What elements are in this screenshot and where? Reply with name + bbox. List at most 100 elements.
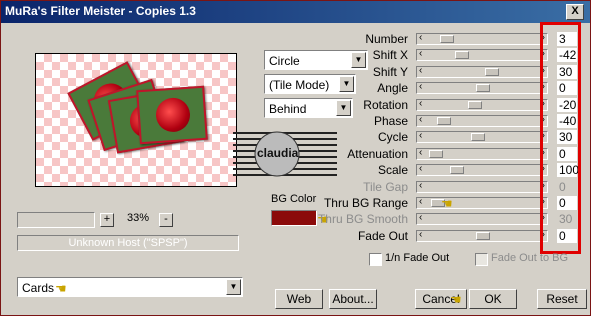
shape-value: Circle	[269, 54, 300, 68]
param-label: Cycle	[377, 130, 408, 144]
slider-thumb[interactable]	[468, 101, 483, 109]
title-bar: MuRa's Filter Meister - Copies 1.3 X	[1, 1, 590, 23]
param-value[interactable]: 0	[557, 196, 577, 210]
chevron-left-icon[interactable]: ‹	[419, 130, 422, 141]
param-slider[interactable]: ‹ ›	[416, 114, 548, 127]
param-value[interactable]: 0	[557, 81, 577, 95]
chevron-down-icon: ▼	[226, 279, 241, 295]
zoom-in-button[interactable]: +	[100, 213, 114, 227]
about-button[interactable]: About...	[329, 289, 377, 309]
param-value[interactable]: -42	[557, 48, 577, 62]
chevron-left-icon[interactable]: ‹	[419, 212, 422, 223]
chevron-right-icon[interactable]: ›	[542, 81, 545, 92]
logo-text: claudia	[257, 146, 299, 160]
reset-button[interactable]: Reset	[537, 289, 587, 309]
param-value[interactable]: 30	[557, 65, 577, 79]
param-value: 30	[557, 212, 577, 226]
param-label: Number	[365, 32, 408, 46]
slider-thumb[interactable]	[440, 35, 455, 43]
param-label: Scale	[377, 163, 408, 177]
slider-thumb[interactable]	[429, 150, 443, 158]
param-slider[interactable]: ‹ ›	[416, 163, 548, 176]
chevron-right-icon[interactable]: ›	[542, 130, 545, 141]
slider-thumb[interactable]	[476, 84, 490, 92]
param-value[interactable]: -20	[557, 98, 577, 112]
chevron-right-icon[interactable]: ›	[542, 147, 545, 158]
param-label: Rotation	[363, 98, 408, 112]
chevron-right-icon[interactable]: ›	[542, 32, 545, 43]
chevron-left-icon[interactable]: ‹	[419, 163, 422, 174]
chevron-left-icon[interactable]: ‹	[419, 98, 422, 109]
preset-dropdown[interactable]: Cards ▼	[17, 277, 243, 297]
chevron-left-icon[interactable]: ‹	[419, 81, 422, 92]
param-value[interactable]: 0	[557, 229, 577, 243]
chevron-right-icon[interactable]: ›	[542, 48, 545, 59]
chevron-left-icon[interactable]: ‹	[419, 229, 422, 240]
param-label: Thru BG Range	[323, 196, 408, 210]
close-button[interactable]: X	[566, 4, 584, 20]
chevron-left-icon[interactable]: ‹	[419, 180, 422, 191]
preview-canvas[interactable]	[35, 53, 237, 187]
chevron-right-icon[interactable]: ›	[542, 212, 545, 223]
param-slider[interactable]: ‹ ›	[416, 48, 548, 61]
param-label: Shift Y	[372, 65, 408, 79]
slider-thumb[interactable]	[476, 232, 490, 240]
param-value[interactable]: 3	[557, 32, 577, 46]
chevron-right-icon[interactable]: ›	[542, 65, 545, 76]
reverse-fade-checkbox[interactable]	[369, 253, 382, 266]
chevron-left-icon[interactable]: ‹	[419, 114, 422, 125]
slider-thumb[interactable]	[436, 117, 451, 125]
param-value[interactable]: 0	[557, 147, 577, 161]
slider-thumb[interactable]	[449, 166, 464, 174]
reverse-fade-label: 1/n Fade Out	[385, 252, 450, 264]
param-value[interactable]: -40	[557, 114, 577, 128]
param-slider[interactable]: ‹ ›	[416, 180, 548, 193]
preset-value: Cards	[22, 281, 55, 295]
chevron-left-icon[interactable]: ‹	[419, 65, 422, 76]
card-image	[136, 85, 208, 145]
zoom-value: 33%	[126, 212, 150, 224]
param-label: Angle	[377, 81, 408, 95]
hand-pointer-icon: ☚	[55, 281, 67, 296]
zoom-out-button[interactable]: -	[159, 213, 173, 227]
fade-to-bg-label: Fade Out to BG	[491, 252, 569, 264]
chevron-right-icon[interactable]: ›	[542, 229, 545, 240]
param-value[interactable]: 30	[557, 130, 577, 144]
chevron-left-icon[interactable]: ‹	[419, 32, 422, 43]
ok-button[interactable]: OK	[469, 289, 517, 309]
chevron-right-icon[interactable]: ›	[542, 196, 545, 207]
rose-image	[154, 96, 192, 134]
param-slider[interactable]: ‹ ›	[416, 98, 548, 111]
hand-pointer-icon: ☚	[450, 292, 462, 307]
param-label: Fade Out	[357, 229, 408, 243]
param-slider[interactable]: ‹ ›	[416, 147, 548, 160]
param-slider[interactable]: ‹ ›	[416, 196, 548, 209]
param-slider[interactable]: ‹ ›	[416, 32, 548, 45]
hand-pointer-icon: ☚	[441, 196, 453, 211]
chevron-left-icon[interactable]: ‹	[419, 196, 422, 207]
param-slider[interactable]: ‹ ›	[416, 81, 548, 94]
slider-thumb[interactable]	[485, 68, 500, 76]
param-value[interactable]: 100	[557, 163, 579, 177]
chevron-right-icon[interactable]: ›	[542, 163, 545, 174]
param-slider[interactable]: ‹ ›	[416, 229, 548, 242]
host-status: Unknown Host ("SPSP")	[17, 235, 239, 251]
param-label: Shift X	[372, 48, 408, 62]
param-slider[interactable]: ‹ ›	[416, 130, 548, 143]
chevron-right-icon[interactable]: ›	[542, 98, 545, 109]
slider-thumb[interactable]	[471, 133, 486, 141]
param-value: 0	[557, 180, 577, 194]
window-title: MuRa's Filter Meister - Copies 1.3	[5, 4, 196, 18]
param-slider[interactable]: ‹ ›	[416, 212, 548, 225]
web-button[interactable]: Web	[275, 289, 323, 309]
zoom-field	[17, 212, 95, 228]
slider-thumb[interactable]	[455, 51, 470, 59]
chevron-left-icon[interactable]: ‹	[419, 48, 422, 59]
param-label: Thru BG Smooth	[317, 212, 408, 226]
filter-window: MuRa's Filter Meister - Copies 1.3 X cla…	[0, 0, 591, 316]
param-slider[interactable]: ‹ ›	[416, 65, 548, 78]
chevron-right-icon[interactable]: ›	[542, 180, 545, 191]
chevron-left-icon[interactable]: ‹	[419, 147, 422, 158]
chevron-right-icon[interactable]: ›	[542, 114, 545, 125]
fade-to-bg-checkbox[interactable]	[475, 253, 488, 266]
